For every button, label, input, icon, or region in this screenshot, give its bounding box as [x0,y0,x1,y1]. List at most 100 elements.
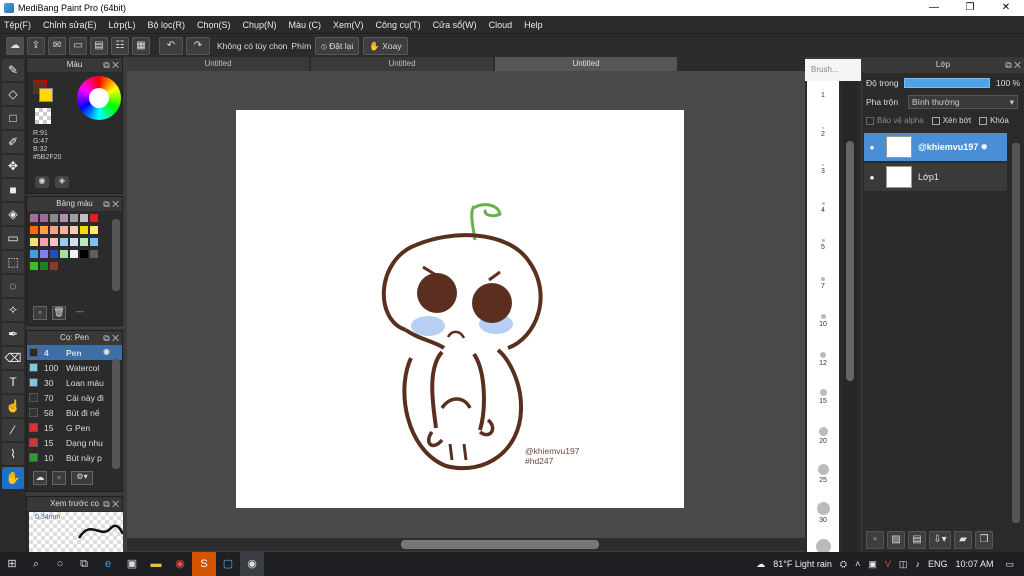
palette-swatch[interactable] [90,238,98,246]
new-layer-icon[interactable]: ▫ [866,531,884,549]
pen-tool-icon[interactable]: ✐ [2,131,24,153]
palette-swatch[interactable] [50,226,58,234]
list-icon[interactable]: ☷ [111,36,129,55]
vpn-icon[interactable]: V [885,559,891,569]
select-eraser-tool-icon[interactable]: ⌫ [2,347,24,369]
notification-icon[interactable]: ▭ [1005,559,1014,570]
menu-item-10[interactable]: Cloud [489,20,513,30]
palette-swatch[interactable] [90,250,98,258]
tab-untitled-2[interactable]: Untitled [311,57,493,71]
palette-swatch[interactable] [30,214,38,222]
brush-item[interactable]: 70 Cái này đi [27,390,122,405]
brush-size-item[interactable]: 2 [807,123,839,138]
brush-size-item[interactable]: 30 [807,498,839,524]
duplicate-layer-icon[interactable]: ❐ [975,531,993,549]
palette-swatch[interactable] [60,214,68,222]
gear-icon[interactable]: ✹ [103,347,110,358]
store-icon[interactable]: ▣ [120,552,144,576]
app-blue-icon[interactable]: ▢ [216,552,240,576]
brush-size-item[interactable]: 12 [807,348,839,367]
fill-rect-tool-icon[interactable]: ■ [2,179,24,201]
folder-icon[interactable]: ▰ [954,531,972,549]
menu-item-4[interactable]: Chọn(S) [197,20,231,30]
color-wheel[interactable] [77,76,121,120]
menu-item-2[interactable]: Lớp(L) [109,20,136,30]
brush-size-item[interactable]: 7 [807,273,839,290]
windows-start-icon[interactable]: ⊞ [0,552,24,576]
eyedropper-tool-icon[interactable]: ⁄ [2,419,24,441]
task-view-icon[interactable]: ⧉ [72,552,96,576]
panel-controls-icon[interactable]: ⧉ ✕ [103,58,119,72]
menu-item-7[interactable]: Xem(V) [333,20,364,30]
new-brush-icon[interactable]: ▫ [52,471,66,485]
menu-item-3[interactable]: Bộ lọc(R) [147,20,185,30]
new-palette-icon[interactable]: ▫ [33,306,47,320]
swap-color-icon[interactable]: ◈ [55,176,69,188]
cloud-icon[interactable]: ☁ [6,36,24,55]
palette-swatch[interactable] [30,262,38,270]
menu-item-1[interactable]: Chỉnh sửa(E) [43,20,97,30]
eye-icon[interactable]: ● [864,143,880,152]
brush-item[interactable]: 15 G Pen [27,420,122,435]
opacity-slider[interactable] [904,77,990,88]
redo-icon[interactable]: ↷ [186,36,210,55]
brush-item[interactable]: 58 Bút đi nế [27,405,122,420]
layer-item-lop1[interactable]: ● Lớp1 [864,163,1007,191]
brush-size-item[interactable]: 4 [807,198,839,214]
hscroll-thumb[interactable] [401,540,599,549]
tab-untitled-1[interactable]: Untitled [127,57,309,71]
menu-item-8[interactable]: Công cụ(T) [376,20,421,30]
brush-size-scroll-thumb[interactable] [846,141,854,381]
chrome-icon[interactable]: ◉ [168,552,192,576]
panel-controls-icon[interactable]: ⧉ ✕ [103,497,119,511]
page-icon[interactable]: ▤ [90,36,108,55]
palette-swatch[interactable] [40,250,48,258]
select-pen-tool-icon[interactable]: ✒ [2,323,24,345]
bucket-tool-icon[interactable]: ◈ [2,203,24,225]
palette-swatch[interactable] [50,238,58,246]
medibang-taskbar-icon[interactable]: ◉ [240,552,264,576]
palette-swatch[interactable] [60,250,68,258]
brush-size-item[interactable]: 3 [807,160,839,175]
palette-grid[interactable] [29,213,105,273]
gradient-tool-icon[interactable]: ▭ [2,227,24,249]
grid-icon[interactable]: ▦ [132,36,150,55]
search-icon[interactable]: ⌕ [24,552,48,576]
close-button[interactable]: ✕ [988,0,1024,16]
layer-item-khiemvu197[interactable]: ● @khiemvu197 ✹ [864,133,1007,161]
menu-item-9[interactable]: Cửa sổ(W) [433,20,477,30]
layer-menu-icon[interactable]: ⇩▾ [929,531,951,549]
magic-wand-tool-icon[interactable]: ✧ [2,299,24,321]
weather-text[interactable]: 81°F Light rain [773,559,832,569]
app-tray-icon[interactable]: ▣ [868,559,877,570]
file-explorer-icon[interactable]: ▬ [144,552,168,576]
maximize-button[interactable]: ❐ [952,0,988,16]
transparent-swatch[interactable] [35,108,51,124]
app-s-icon[interactable]: S [192,552,216,576]
message-icon[interactable]: ▭ [69,36,87,55]
palette-swatch[interactable] [40,214,48,222]
select-rect-tool-icon[interactable]: ⬚ [2,251,24,273]
panel-controls-icon[interactable]: ⧉ ✕ [103,197,119,211]
gear-icon[interactable]: ✹ [980,142,988,153]
palette-swatch[interactable] [60,226,68,234]
tab-untitled-3[interactable]: Untitled [495,57,677,71]
brush-size-item[interactable]: 5 [807,235,839,251]
palette-swatch[interactable] [50,214,58,222]
eye-icon[interactable]: ● [864,173,880,182]
palette-swatch[interactable] [90,214,98,222]
protect-alpha-checkbox[interactable] [866,116,874,125]
panel-controls-icon[interactable]: ⧉ ✕ [1005,57,1021,73]
brush-item[interactable]: 4 Pen ✹ [27,345,122,360]
brush-size-item[interactable]: 1 [807,85,839,99]
new-halftone-layer-icon[interactable]: ▨ [887,531,905,549]
palette-swatch[interactable] [80,214,88,222]
layer-scrollbar[interactable] [1012,143,1020,523]
menu-item-11[interactable]: Help [524,20,543,30]
move-tool-icon[interactable]: ✥ [2,155,24,177]
operation-tool-icon[interactable]: ☝ [2,395,24,417]
palette-swatch[interactable] [70,238,78,246]
brush-item[interactable]: 10 Bút này p [27,450,122,465]
palette-swatch[interactable] [70,214,78,222]
dropper-tool-icon[interactable]: ⌇ [2,443,24,465]
